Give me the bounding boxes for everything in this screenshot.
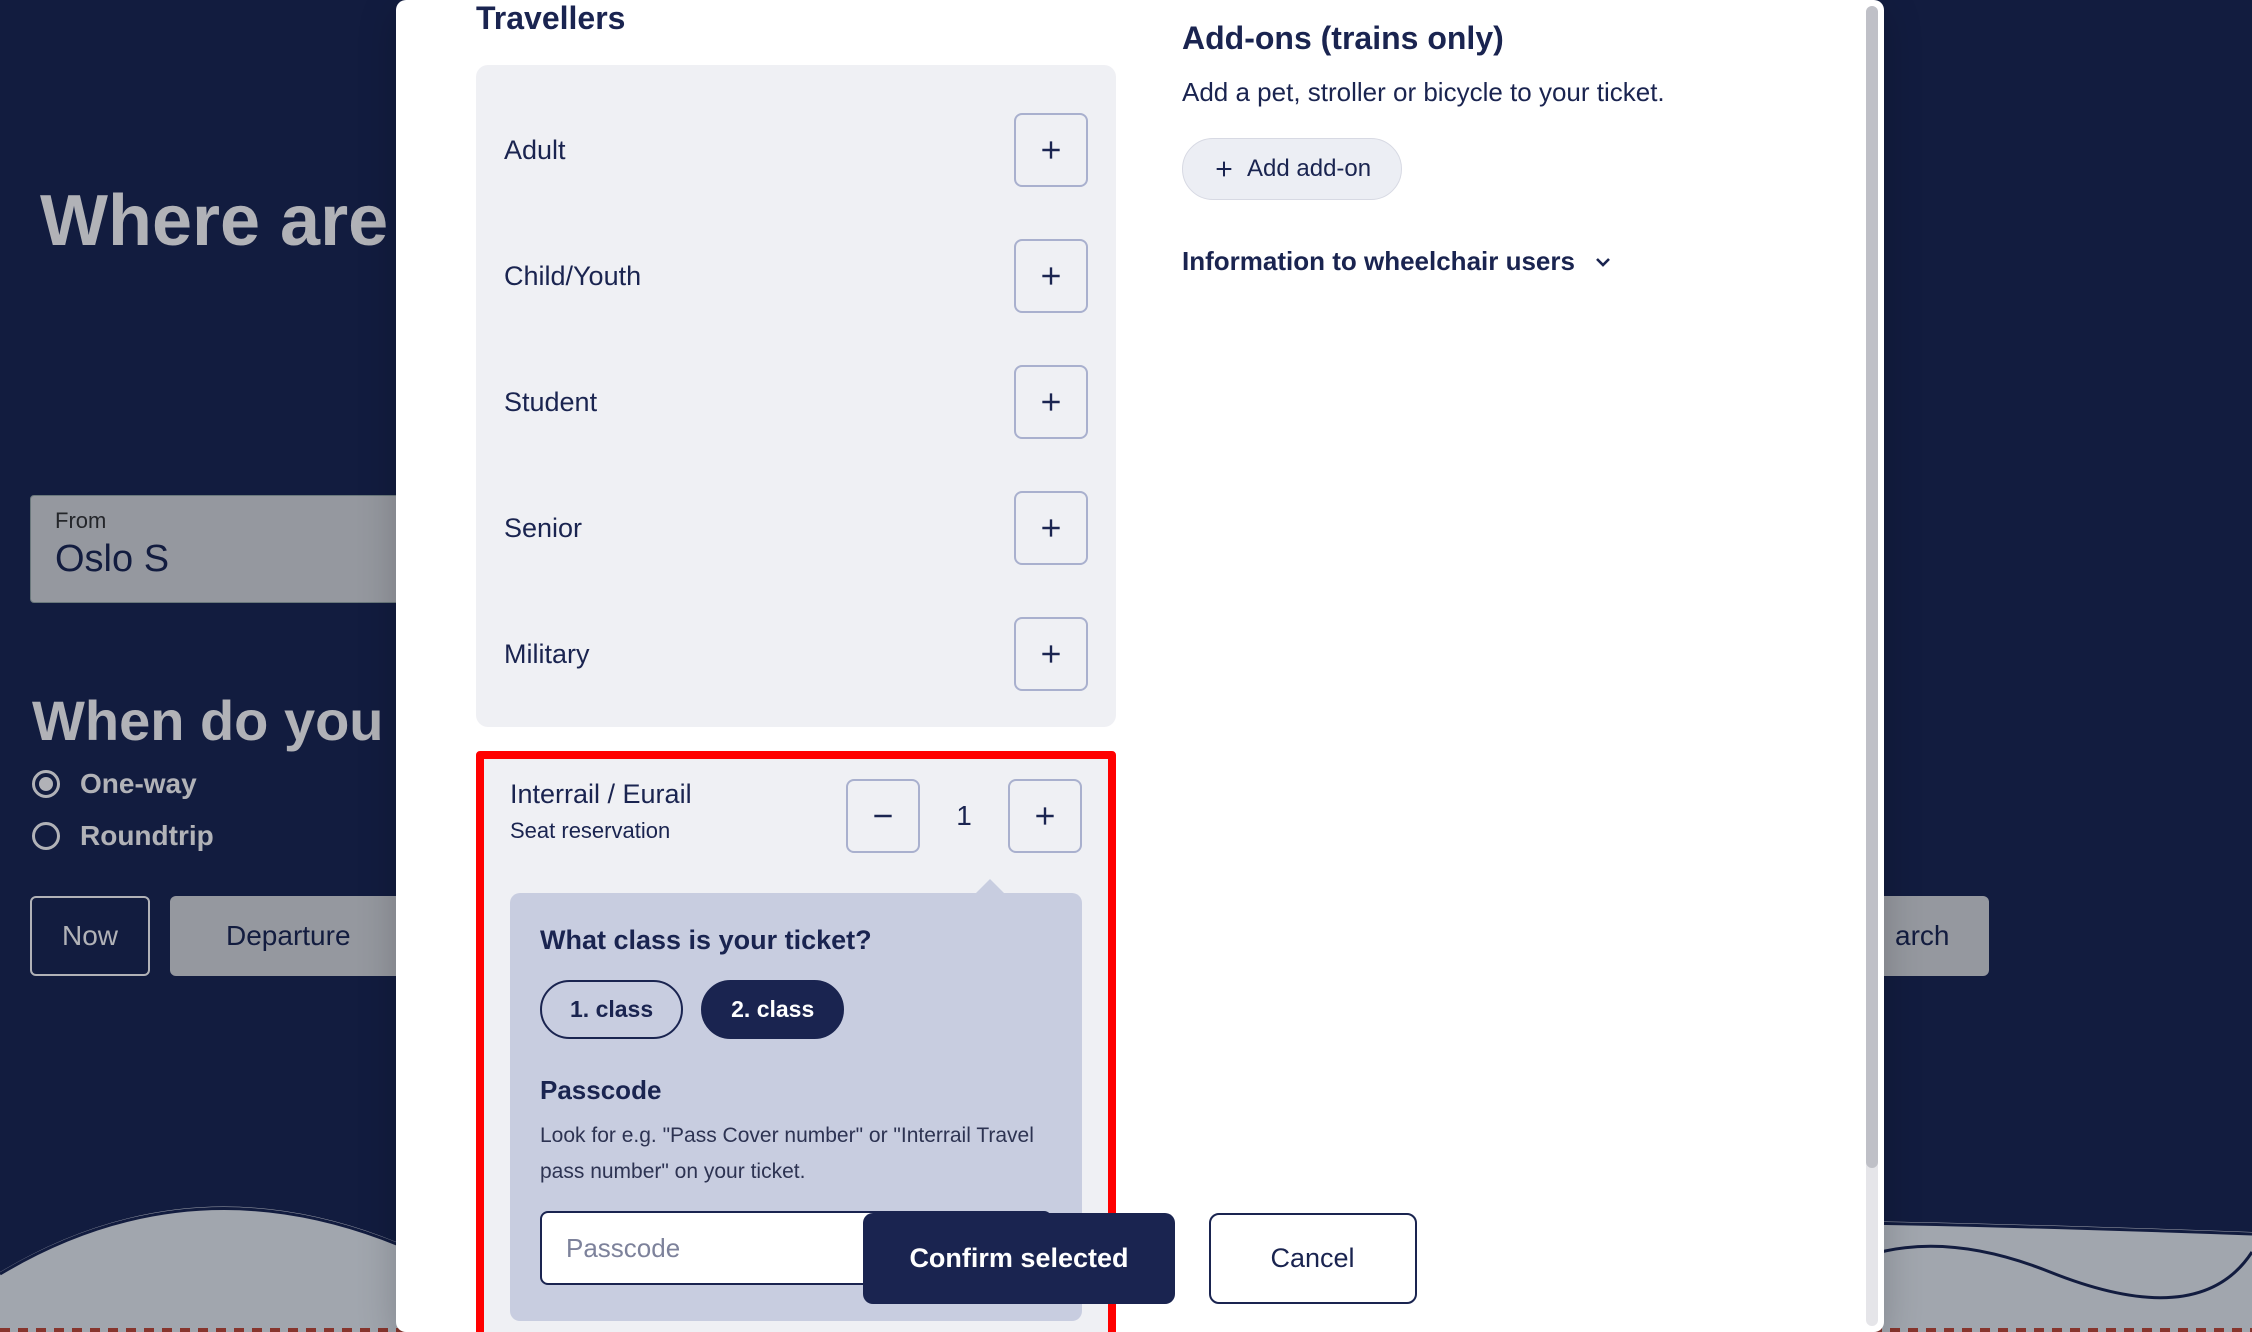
stepper-adult — [1014, 113, 1088, 187]
stepper-student — [1014, 365, 1088, 439]
stepper-military — [1014, 617, 1088, 691]
modal-left-column: Travellers Adult Child/Youth — [396, 0, 1156, 1332]
add-interrail-button[interactable] — [1008, 779, 1082, 853]
cancel-button[interactable]: Cancel — [1209, 1213, 1417, 1304]
scrollbar-thumb[interactable] — [1866, 6, 1878, 1168]
class-pill-group: 1. class 2. class — [540, 980, 1052, 1039]
traveller-label: Child/Youth — [504, 261, 641, 292]
minus-icon — [870, 803, 896, 829]
add-student-button[interactable] — [1014, 365, 1088, 439]
modal-footer: Confirm selected Cancel — [396, 1213, 1884, 1304]
add-military-button[interactable] — [1014, 617, 1088, 691]
interrail-header-row: Interrail / Eurail Seat reservation 1 — [510, 779, 1082, 853]
stepper-senior — [1014, 491, 1088, 565]
traveller-label: Student — [504, 387, 597, 418]
add-adult-button[interactable] — [1014, 113, 1088, 187]
traveller-label: Senior — [504, 513, 582, 544]
remove-interrail-button[interactable] — [846, 779, 920, 853]
add-senior-button[interactable] — [1014, 491, 1088, 565]
traveller-row-student: Student — [504, 339, 1088, 465]
interrail-labels: Interrail / Eurail Seat reservation — [510, 779, 692, 844]
traveller-row-child: Child/Youth — [504, 213, 1088, 339]
addons-description: Add a pet, stroller or bicycle to your t… — [1182, 77, 1804, 108]
plus-icon — [1032, 803, 1058, 829]
chevron-down-icon — [1591, 250, 1615, 274]
plus-icon — [1038, 641, 1064, 667]
plus-icon — [1038, 263, 1064, 289]
plus-icon — [1038, 389, 1064, 415]
traveller-label: Military — [504, 639, 590, 670]
modal-right-column: Add-ons (trains only) Add a pet, strolle… — [1156, 0, 1884, 1332]
travellers-list: Adult Child/Youth Student — [476, 65, 1116, 727]
travellers-heading: Travellers — [476, 0, 1116, 37]
class-2-pill[interactable]: 2. class — [701, 980, 844, 1039]
wheelchair-label: Information to wheelchair users — [1182, 246, 1575, 277]
class-1-pill[interactable]: 1. class — [540, 980, 683, 1039]
addons-heading: Add-ons (trains only) — [1182, 20, 1804, 57]
passcode-help-text: Look for e.g. "Pass Cover number" or "In… — [540, 1118, 1052, 1189]
confirm-selected-button[interactable]: Confirm selected — [863, 1213, 1174, 1304]
class-question: What class is your ticket? — [540, 925, 1052, 956]
interrail-count: 1 — [940, 800, 988, 832]
traveller-label: Adult — [504, 135, 566, 166]
add-child-button[interactable] — [1014, 239, 1088, 313]
add-addon-button[interactable]: Add add-on — [1182, 138, 1402, 200]
traveller-row-adult: Adult — [504, 87, 1088, 213]
modal-scrollbar[interactable] — [1866, 6, 1878, 1326]
interrail-subtitle: Seat reservation — [510, 818, 692, 844]
wheelchair-info-toggle[interactable]: Information to wheelchair users — [1182, 246, 1615, 277]
plus-icon — [1213, 158, 1235, 180]
plus-icon — [1038, 515, 1064, 541]
traveller-row-military: Military — [504, 591, 1088, 705]
stepper-interrail: 1 — [846, 779, 1082, 853]
interrail-title: Interrail / Eurail — [510, 779, 692, 810]
travellers-modal: Travellers Adult Child/Youth — [396, 0, 1884, 1332]
plus-icon — [1038, 137, 1064, 163]
passcode-heading: Passcode — [540, 1075, 1052, 1106]
add-addon-label: Add add-on — [1247, 155, 1371, 183]
stepper-child — [1014, 239, 1088, 313]
traveller-row-senior: Senior — [504, 465, 1088, 591]
